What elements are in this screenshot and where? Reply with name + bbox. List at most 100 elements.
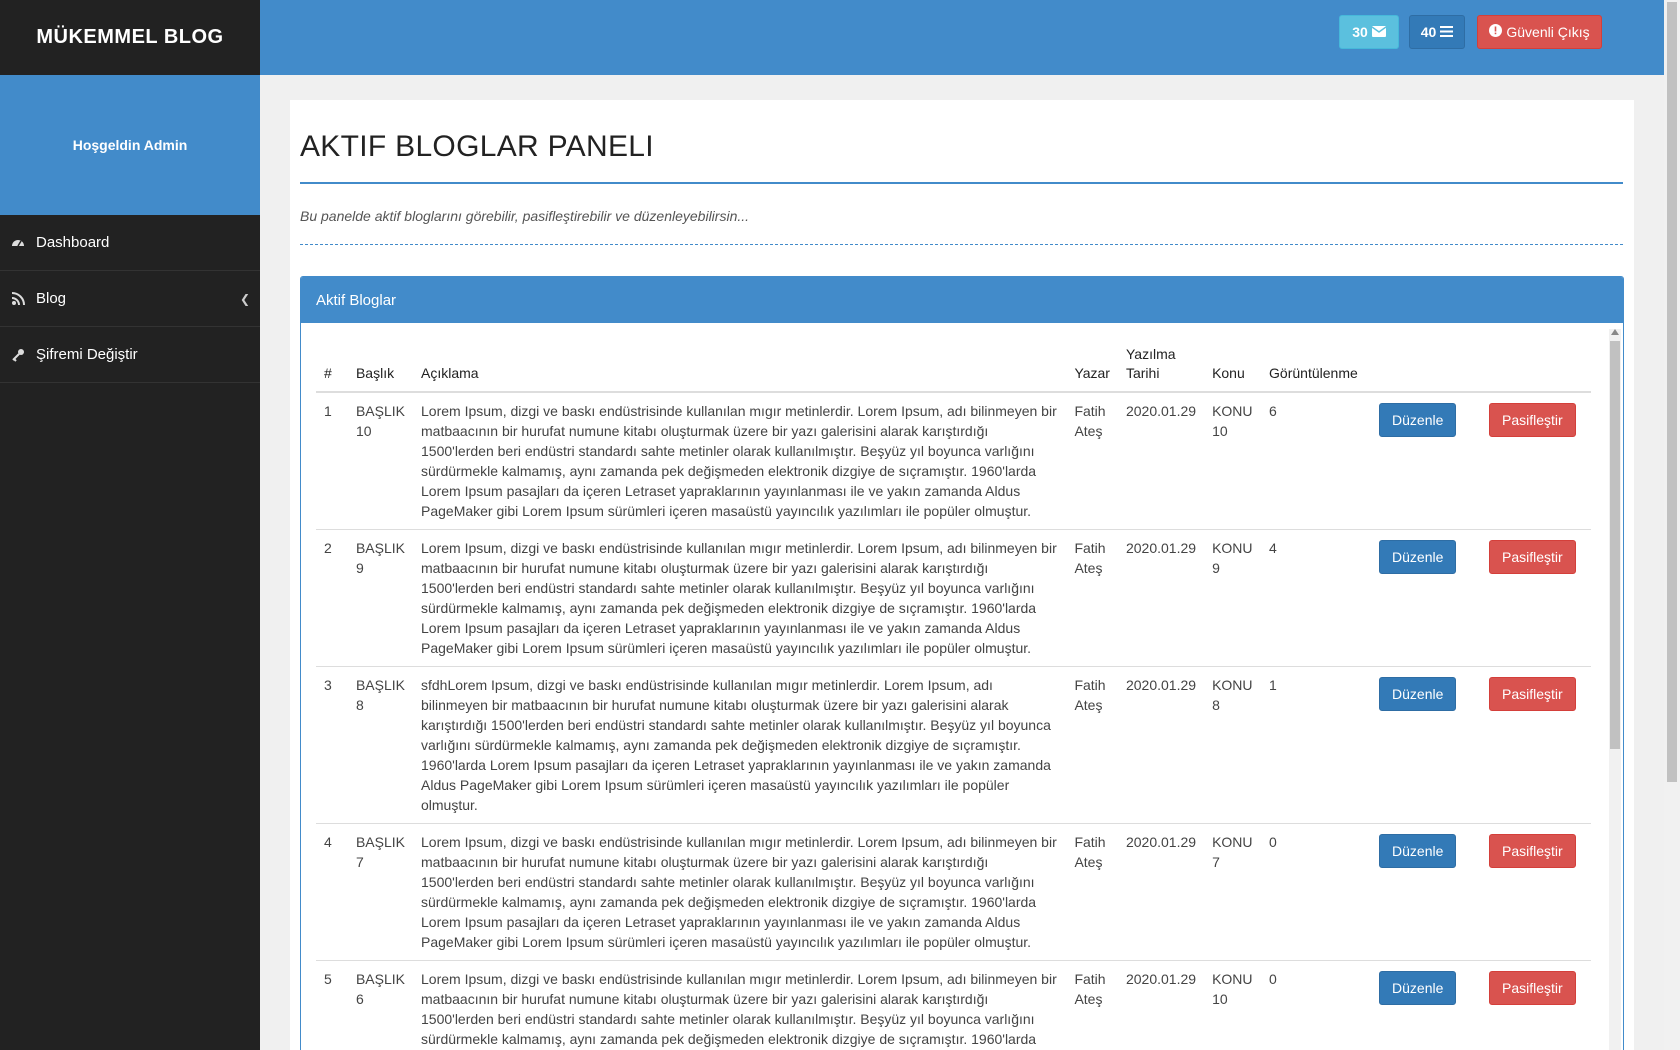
row-author: Fatih Ateş — [1066, 529, 1118, 667]
dashboard-icon — [10, 235, 26, 251]
row-number: 2 — [316, 529, 348, 667]
logout-label: Güvenli Çıkış — [1506, 24, 1590, 40]
messages-button[interactable]: 30 — [1339, 15, 1399, 49]
row-title: BAŞLIK 9 — [347, 529, 413, 667]
row-views: 4 — [1261, 529, 1372, 667]
row-description: sfdhLorem Ipsum, dizgi ve baskı endüstri… — [413, 666, 1067, 824]
row-edit-cell: Düzenle — [1371, 529, 1481, 667]
row-topic: KONU 9 — [1204, 529, 1262, 667]
row-description: Lorem Ipsum, dizgi ve baskı endüstrisind… — [413, 823, 1067, 961]
sidebar-item-label: Blog — [36, 290, 67, 307]
row-description: Lorem Ipsum, dizgi ve baskı endüstrisind… — [413, 391, 1067, 530]
page-scrollbar[interactable] — [1664, 0, 1680, 1050]
welcome-text: Hoşgeldin Admin — [0, 75, 260, 215]
edit-button[interactable]: Düzenle — [1379, 971, 1457, 1005]
column-header: # — [316, 345, 348, 393]
deactivate-button[interactable]: Pasifleştir — [1488, 540, 1576, 574]
deactivate-button[interactable]: Pasifleştir — [1488, 971, 1576, 1005]
title-divider — [300, 182, 1623, 184]
row-author: Fatih Ateş — [1066, 823, 1118, 961]
row-date: 2020.01.29 — [1117, 529, 1205, 667]
row-passive-cell: Pasifleştir — [1480, 823, 1591, 961]
sidebar: MÜKEMMEL BLOG Hoşgeldin Admin Dashboard … — [0, 0, 260, 1050]
table-row: 2 BAŞLIK 9 Lorem Ipsum, dizgi ve baskı e… — [316, 529, 1591, 667]
chevron-left-icon[interactable]: ❮ — [240, 292, 250, 306]
column-header: Açıklama — [413, 345, 1067, 393]
row-edit-cell: Düzenle — [1371, 960, 1481, 1050]
table-scrollbar[interactable] — [1609, 329, 1621, 1050]
row-date: 2020.01.29 — [1117, 960, 1205, 1050]
row-topic: KONU 7 — [1204, 823, 1262, 961]
row-edit-cell: Düzenle — [1371, 823, 1481, 961]
row-author: Fatih Ateş — [1066, 391, 1118, 530]
list-button[interactable]: 40 — [1409, 15, 1465, 49]
top-navbar: 30 40 Güvenli Çıkış — [260, 0, 1664, 75]
row-edit-cell: Düzenle — [1371, 666, 1481, 824]
envelope-icon — [1371, 24, 1387, 40]
row-views: 0 — [1261, 823, 1372, 961]
main-content: AKTIF BLOGLAR PANELI Bu panelde aktif bl… — [290, 100, 1634, 1050]
row-number: 5 — [316, 960, 348, 1050]
dashed-divider — [300, 244, 1623, 245]
row-author: Fatih Ateş — [1066, 666, 1118, 824]
row-description: Lorem Ipsum, dizgi ve baskı endüstrisind… — [413, 960, 1067, 1050]
row-author: Fatih Ateş — [1066, 960, 1118, 1050]
row-edit-cell: Düzenle — [1371, 391, 1481, 530]
bars-icon — [1440, 24, 1454, 40]
row-title: BAŞLIK 6 — [347, 960, 413, 1050]
column-header: Yazar — [1066, 345, 1118, 393]
row-date: 2020.01.29 — [1117, 666, 1205, 824]
column-header: Başlık — [347, 345, 413, 393]
sidebar-item-label: Dashboard — [36, 234, 110, 251]
row-topic: KONU 10 — [1204, 391, 1262, 530]
page-title: AKTIF BLOGLAR PANELI — [300, 130, 654, 163]
row-date: 2020.01.29 — [1117, 823, 1205, 961]
row-title: BAŞLIK 7 — [347, 823, 413, 961]
brand-logo[interactable]: MÜKEMMEL BLOG — [0, 0, 260, 75]
row-topic: KONU 8 — [1204, 666, 1262, 824]
column-header: Konu — [1204, 345, 1262, 393]
scroll-up-arrow-icon[interactable] — [1611, 329, 1619, 335]
row-views: 1 — [1261, 666, 1372, 824]
row-views: 0 — [1261, 960, 1372, 1050]
deactivate-button[interactable]: Pasifleştir — [1488, 834, 1576, 868]
edit-button[interactable]: Düzenle — [1379, 540, 1457, 574]
row-number: 4 — [316, 823, 348, 961]
exclamation-circle-icon — [1489, 24, 1503, 40]
row-title: BAŞLIK 8 — [347, 666, 413, 824]
edit-button[interactable]: Düzenle — [1379, 403, 1457, 437]
sidebar-item-dashboard[interactable]: Dashboard — [0, 215, 260, 271]
table-row: 4 BAŞLIK 7 Lorem Ipsum, dizgi ve baskı e… — [316, 823, 1591, 961]
table-row: 3 BAŞLIK 8 sfdhLorem Ipsum, dizgi ve bas… — [316, 666, 1591, 824]
key-icon — [10, 347, 26, 363]
row-passive-cell: Pasifleştir — [1480, 960, 1591, 1050]
row-views: 6 — [1261, 391, 1372, 530]
row-title: BAŞLIK 10 — [347, 391, 413, 530]
row-number: 3 — [316, 666, 348, 824]
page-subtitle: Bu panelde aktif bloglarını görebilir, p… — [300, 208, 750, 224]
page-scrollbar-thumb[interactable] — [1667, 2, 1677, 782]
row-topic: KONU 10 — [1204, 960, 1262, 1050]
panel-heading: Aktif Bloglar — [301, 277, 1623, 323]
row-passive-cell: Pasifleştir — [1480, 529, 1591, 667]
blogs-table: # Başlık Açıklama Yazar Yazılma Tarihi K… — [316, 345, 1591, 1050]
column-header: Yazılma Tarihi — [1117, 345, 1205, 393]
edit-button[interactable]: Düzenle — [1379, 834, 1457, 868]
table-header-row: # Başlık Açıklama Yazar Yazılma Tarihi K… — [316, 345, 1591, 393]
deactivate-button[interactable]: Pasifleştir — [1488, 403, 1576, 437]
messages-count: 30 — [1352, 24, 1368, 40]
column-header — [1371, 345, 1481, 393]
column-header: Görüntülenme — [1261, 345, 1372, 393]
table-row: 5 BAŞLIK 6 Lorem Ipsum, dizgi ve baskı e… — [316, 960, 1591, 1050]
logout-button[interactable]: Güvenli Çıkış — [1477, 15, 1602, 49]
deactivate-button[interactable]: Pasifleştir — [1488, 677, 1576, 711]
row-passive-cell: Pasifleştir — [1480, 391, 1591, 530]
active-blogs-panel: Aktif Bloglar # Başlık Açıklama Yazar Ya… — [300, 276, 1624, 1050]
table-scrollbar-thumb[interactable] — [1610, 341, 1620, 749]
edit-button[interactable]: Düzenle — [1379, 677, 1457, 711]
sidebar-item-blog[interactable]: Blog ❮ — [0, 271, 260, 327]
sidebar-item-change-password[interactable]: Şifremi Değiştir — [0, 327, 260, 383]
row-date: 2020.01.29 — [1117, 391, 1205, 530]
blog-icon — [10, 291, 26, 307]
table-row: 1 BAŞLIK 10 Lorem Ipsum, dizgi ve baskı … — [316, 391, 1591, 530]
